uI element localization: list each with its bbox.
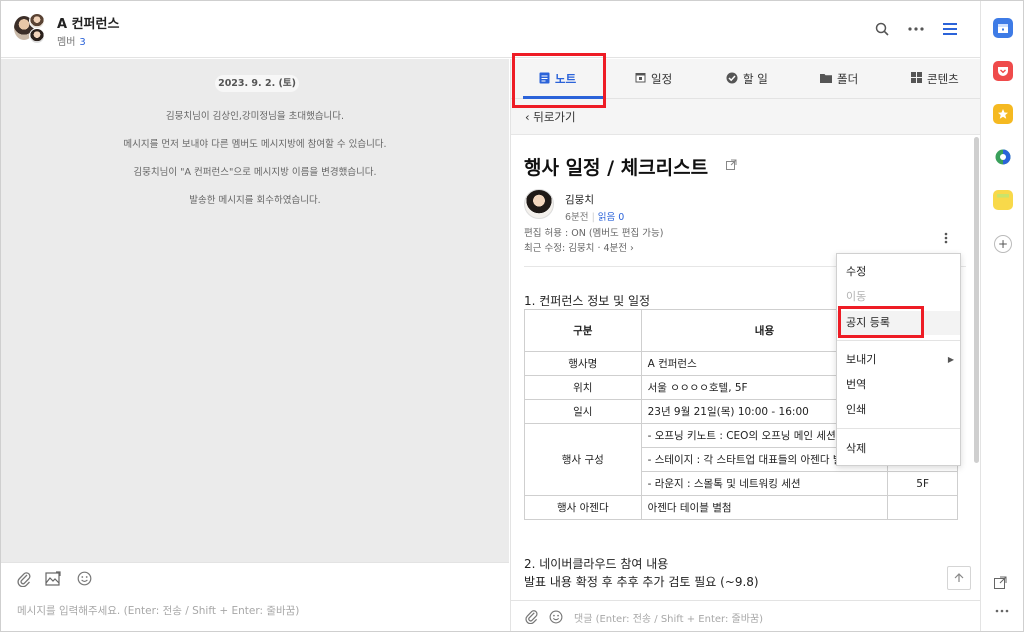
globe-app-icon[interactable] (993, 147, 1013, 167)
date-divider: 2023. 9. 2. (토) (215, 75, 299, 92)
tab-label: 할 일 (743, 72, 768, 86)
last-edit-info[interactable]: 최근 수정: 김뭉치 · 4분전 › (524, 240, 634, 254)
more-icon[interactable] (995, 602, 1009, 616)
system-message: 발송한 메시지를 회수하였습니다. (189, 195, 321, 206)
menu-item-edit[interactable]: 수정 (837, 260, 960, 284)
member-avatars[interactable] (13, 13, 47, 45)
search-icon[interactable] (872, 19, 892, 39)
image-edit-icon[interactable] (45, 571, 61, 590)
table-cell: 행사명 (524, 351, 642, 376)
author-name: 김뭉치 (565, 194, 594, 206)
app-sidebar: + (980, 1, 1023, 631)
comment-input[interactable]: 댓글 (Enter: 전송 / Shift + Enter: 줄바꿈) (574, 610, 763, 625)
back-label: 뒤로가기 (533, 110, 576, 124)
attach-icon[interactable] (525, 609, 538, 628)
note-title: 행사 일정 / 체크리스트 (524, 157, 709, 179)
open-external-icon[interactable] (994, 576, 1007, 593)
add-app-icon[interactable]: + (994, 235, 1012, 253)
menu-item-print[interactable]: 인쇄 (837, 398, 960, 422)
table-header: 구분 (524, 309, 642, 352)
author-avatar[interactable] (524, 189, 554, 219)
member-count: 3 (79, 37, 86, 48)
table-row: 행사 아젠다 아젠다 테이블 별첨 (524, 495, 958, 520)
message-composer: 메시지를 입력해주세요. (Enter: 전송 / Shift + Enter:… (1, 562, 509, 631)
member-label: 멤버 (57, 37, 76, 48)
table-cell: 5F (887, 471, 958, 496)
content-icon (911, 72, 922, 86)
note-context-menu: 수정 이동 공지 등록 보내기 ▶ 번역 인쇄 삭제 (836, 253, 961, 466)
highlight-box (512, 53, 606, 108)
tab-calendar[interactable]: 일정 (635, 59, 672, 99)
note-text: 발표 내용 확정 후 추후 추가 검토 필요 (~9.8) (524, 575, 759, 589)
avatar (29, 28, 45, 44)
system-message: 김뭉치님이 김상인,강미정님을 초대했습니다. (165, 111, 345, 122)
kebab-menu-icon[interactable] (944, 232, 948, 248)
table-cell: - 라운지 : 스몰톡 및 네트워킹 세션 (640, 471, 889, 496)
scroll-to-top-button[interactable] (947, 566, 971, 590)
pocket-app-icon[interactable] (993, 61, 1013, 81)
edit-permission: 편집 허용 : ON (멤버도 편집 가능) (524, 228, 664, 239)
star-app-icon[interactable] (993, 104, 1013, 124)
menu-item-send[interactable]: 보내기 ▶ (837, 348, 960, 372)
room-title: A 컨퍼런스 (57, 17, 120, 32)
open-external-icon[interactable] (726, 159, 737, 173)
system-message: 메시지를 먼저 보내야 다른 멤버도 메시지방에 참여할 수 있습니다. (123, 139, 387, 150)
table-cell: 행사 아젠다 (524, 495, 642, 520)
tab-folder[interactable]: 폴더 (820, 59, 858, 99)
chat-header: A 컨퍼런스 멤버 3 (1, 1, 980, 58)
attach-icon[interactable] (17, 571, 31, 591)
menu-divider (837, 340, 960, 341)
menu-item-delete[interactable]: 삭제 (837, 437, 960, 461)
scrollbar[interactable] (974, 137, 979, 463)
menu-item-label: 보내기 (846, 353, 877, 366)
tab-label: 폴더 (837, 72, 859, 86)
system-message: 김뭉치님이 "A 컨퍼런스"으로 메시지방 이름을 변경했습니다. (133, 167, 377, 178)
comment-composer: 댓글 (Enter: 전송 / Shift + Enter: 줄바꿈) (511, 600, 981, 631)
section-heading: 1. 컨퍼런스 정보 및 일정 (524, 294, 651, 308)
read-count[interactable]: 읽음 0 (598, 212, 625, 223)
more-icon[interactable] (906, 19, 926, 39)
table-cell: 일시 (524, 399, 642, 424)
chevron-right-icon: › (630, 243, 634, 254)
highlight-box (838, 306, 924, 338)
calendar-icon (635, 72, 646, 86)
folder-icon (820, 73, 832, 86)
tab-label: 일정 (651, 72, 673, 86)
chat-messages[interactable]: 2023. 9. 2. (토) 김뭉치님이 김상인,강미정님을 초대했습니다. … (1, 59, 509, 562)
table-cell: 위치 (524, 375, 642, 400)
menu-divider (837, 428, 960, 429)
calendar-app-icon[interactable] (993, 18, 1013, 38)
section-heading: 2. 네이버클라우드 참여 내용 (524, 557, 669, 571)
tab-label: 콘텐츠 (927, 72, 959, 86)
back-button[interactable]: ‹ 뒤로가기 (525, 109, 576, 125)
chevron-right-icon: ▶ (947, 355, 954, 364)
tab-contents[interactable]: 콘텐츠 (911, 59, 959, 99)
table-cell: 아젠다 테이블 별첨 (640, 495, 889, 520)
tab-todo[interactable]: 할 일 (726, 59, 768, 99)
emoji-icon[interactable] (77, 571, 92, 590)
table-cell: 행사 구성 (524, 423, 642, 496)
last-edit-label: 최근 수정: 김뭉치 · 4분전 (524, 243, 628, 254)
member-info[interactable]: 멤버 3 (57, 33, 86, 48)
message-input[interactable]: 메시지를 입력해주세요. (Enter: 전송 / Shift + Enter:… (17, 603, 299, 618)
check-icon (726, 72, 738, 87)
table-cell (887, 495, 958, 520)
avatar (29, 13, 45, 29)
time-ago: 6분전 (565, 212, 589, 223)
note-meta: 6분전 | 읽음 0 (565, 212, 625, 223)
menu-icon[interactable] (940, 19, 960, 39)
memo-app-icon[interactable] (993, 190, 1013, 210)
menu-item-translate[interactable]: 번역 (837, 373, 960, 397)
emoji-icon[interactable] (549, 609, 563, 628)
